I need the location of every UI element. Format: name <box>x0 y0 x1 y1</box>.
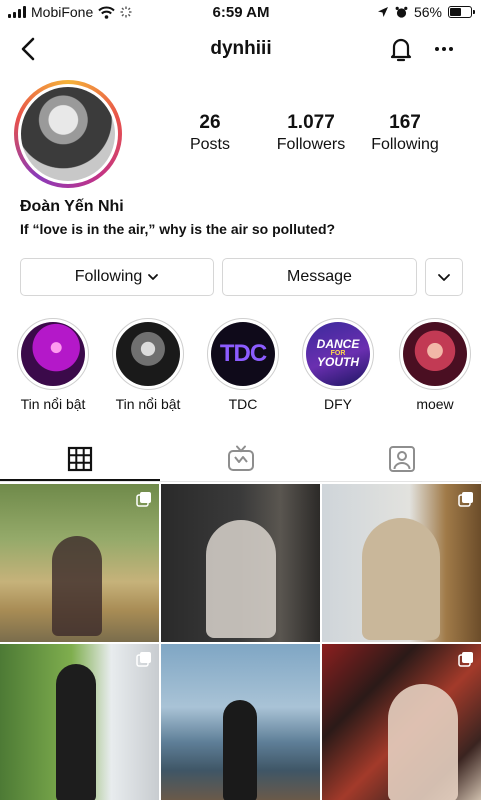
profile-avatar[interactable] <box>14 80 122 188</box>
stat-value: 167 <box>389 112 421 133</box>
battery-percent: 56% <box>413 4 442 20</box>
multiple-photos-icon <box>458 652 473 667</box>
tagged-icon[interactable] <box>387 444 417 474</box>
status-right: 56% <box>377 4 475 20</box>
grid-icon[interactable] <box>65 444 95 474</box>
chevron-down-icon <box>438 274 450 281</box>
posts-grid <box>0 484 482 800</box>
highlight-cover: DANCE FOR YOUTH <box>306 322 370 386</box>
profile-tabs <box>0 440 482 482</box>
highlight-cover <box>21 322 85 386</box>
location-icon <box>377 7 388 17</box>
stat-label: Followers <box>276 136 346 153</box>
stat-posts[interactable]: 26 Posts <box>170 112 250 154</box>
highlight-label: Tin nổi bật <box>115 396 181 412</box>
active-tab-indicator <box>0 479 160 481</box>
stat-following[interactable]: 167 Following <box>358 112 452 154</box>
stat-label: Following <box>371 136 439 153</box>
following-button[interactable]: Following <box>20 258 214 296</box>
stat-value: 26 <box>199 112 221 133</box>
message-button-label: Message <box>287 268 352 285</box>
igtv-icon[interactable] <box>226 444 256 474</box>
post-thumbnail[interactable] <box>322 644 481 800</box>
highlight-item[interactable]: Tin nổi bật <box>110 318 186 412</box>
post-thumbnail[interactable] <box>322 484 481 642</box>
highlight-cover-line: DANCE <box>316 337 360 352</box>
highlight-item[interactable]: DANCE FOR YOUTH DFY <box>300 318 376 412</box>
alarm-icon <box>395 6 408 18</box>
message-button[interactable]: Message <box>222 258 417 296</box>
status-bar: MobiFone 6:59 AM 56% <box>0 0 482 26</box>
battery-icon <box>448 6 475 18</box>
bell-icon[interactable] <box>386 34 416 64</box>
multiple-photos-icon <box>458 492 473 507</box>
highlight-cover-text: TDC <box>219 340 267 367</box>
profile-bio: If “love is in the air,” why is the air … <box>20 221 336 237</box>
profile-full-name: Đoàn Yến Nhi <box>20 198 124 215</box>
highlight-label: Tin nổi bật <box>20 396 86 412</box>
suggested-accounts-button[interactable] <box>425 258 463 296</box>
highlight-item[interactable]: moew <box>397 318 473 412</box>
highlight-cover: TDC <box>211 322 275 386</box>
highlight-cover <box>116 322 180 386</box>
highlight-label: moew <box>416 396 454 412</box>
highlight-cover-line: YOUTH <box>317 355 359 370</box>
post-thumbnail[interactable] <box>161 644 320 800</box>
highlight-label: TDC <box>228 396 258 412</box>
stat-followers[interactable]: 1.077 Followers <box>262 112 360 154</box>
post-thumbnail[interactable] <box>0 484 159 642</box>
highlight-item[interactable]: TDC TDC <box>205 318 281 412</box>
highlight-label: DFY <box>324 396 352 412</box>
post-thumbnail[interactable] <box>0 644 159 800</box>
multiple-photos-icon <box>136 652 151 667</box>
stat-value: 1.077 <box>287 112 335 133</box>
multiple-photos-icon <box>136 492 151 507</box>
following-button-label: Following <box>74 268 143 285</box>
profile-header: dynhiii <box>0 26 482 72</box>
more-icon[interactable] <box>428 34 460 64</box>
stat-label: Posts <box>189 136 230 153</box>
highlight-cover <box>403 322 467 386</box>
post-thumbnail[interactable] <box>161 484 320 642</box>
profile-stats: 26 Posts 1.077 Followers 167 Following <box>170 112 470 156</box>
avatar-photo <box>21 87 115 181</box>
chevron-down-icon <box>148 274 159 280</box>
highlight-item[interactable]: Tin nổi bật <box>15 318 91 412</box>
